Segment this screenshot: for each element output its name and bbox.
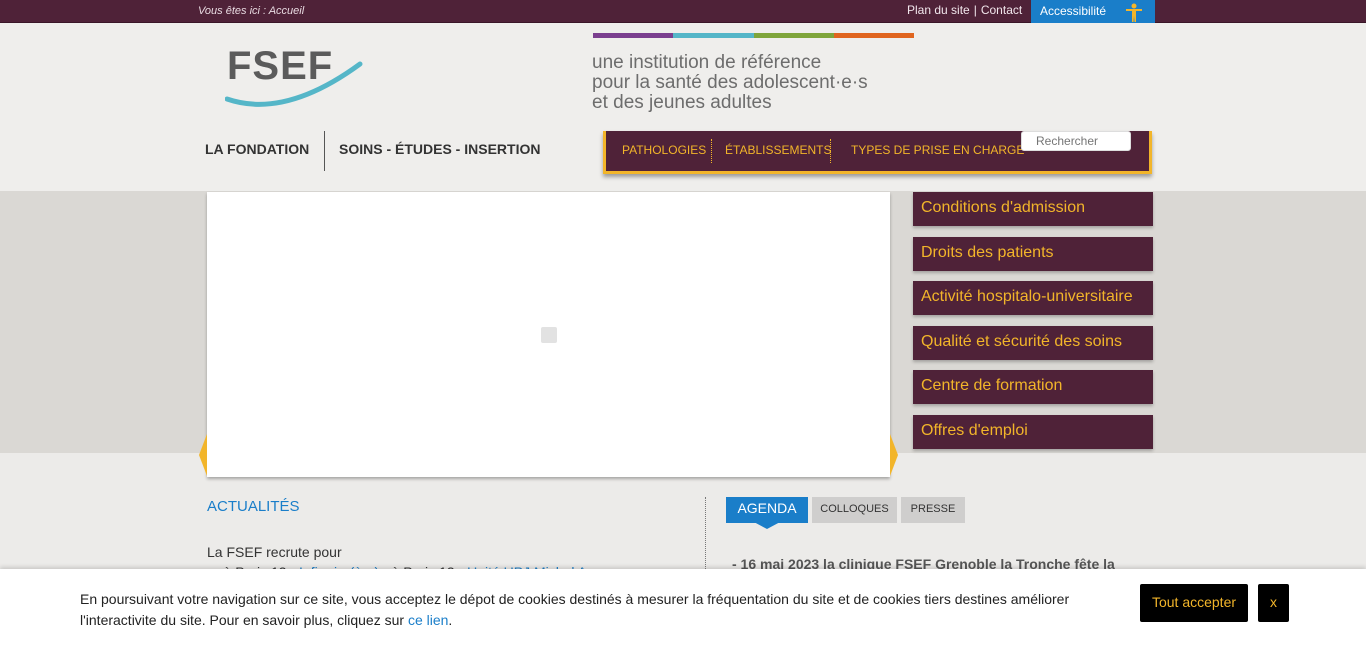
column-separator (705, 497, 706, 577)
cookie-text: En poursuivant votre navigation sur ce s… (80, 589, 1080, 631)
contact-link[interactable]: Contact (981, 3, 1022, 17)
subnav-etablissements[interactable]: ÉTABLISSEMENTS (725, 143, 831, 157)
breadcrumb: Vous êtes ici : Accueil (198, 5, 305, 17)
cookie-info-link[interactable]: ce lien (408, 612, 448, 628)
tagline-line-2: pour la santé des adolescent·e·s (592, 72, 868, 93)
accept-all-button[interactable]: Tout accepter (1140, 584, 1248, 622)
accessibility-button[interactable]: Accessibilité (1031, 0, 1115, 23)
search-input[interactable] (1021, 131, 1131, 151)
header: FSEF une institution de référence pour l… (0, 23, 1366, 191)
subnav-separator (830, 139, 831, 163)
tagline: une institution de référence pour la san… (592, 53, 868, 113)
side-menu-centre-formation[interactable]: Centre de formation (913, 370, 1153, 404)
news-text: La FSEF recrute pour (207, 544, 342, 560)
tab-presse[interactable]: PRESSE (901, 497, 965, 523)
cookie-message: En poursuivant votre navigation sur ce s… (80, 591, 1070, 628)
nav-separator (324, 131, 325, 171)
fsef-logo[interactable]: FSEF (225, 46, 363, 107)
cookie-banner: En poursuivant votre navigation sur ce s… (0, 569, 1366, 651)
color-bar-cyan (673, 33, 754, 38)
side-menu-offres-emploi[interactable]: Offres d'emploi (913, 415, 1153, 449)
slider-loading-icon (541, 327, 557, 343)
close-cookie-button[interactable]: x (1258, 584, 1289, 622)
nav-soins-etudes-insertion[interactable]: SOINS - ÉTUDES - INSERTION (339, 141, 540, 157)
top-bar: Vous êtes ici : Accueil Plan du site | Con… (0, 0, 1366, 23)
subnav-separator (711, 139, 712, 163)
top-links-separator: | (973, 3, 977, 17)
tagline-line-1: une institution de référence (592, 52, 822, 73)
side-menu-qualite-securite[interactable]: Qualité et sécurité des soins (913, 326, 1153, 360)
side-menu-activite-hospitalo-universitaire[interactable]: Activité hospitalo-universitaire (913, 281, 1153, 315)
color-bar-purple (593, 33, 674, 38)
subnav-types-prise-en-charge[interactable]: TYPES DE PRISE EN CHARGE (851, 143, 1024, 157)
tagline-color-bar (593, 33, 914, 38)
logo-swoosh-icon (225, 61, 363, 107)
color-bar-orange (833, 33, 914, 38)
plan-du-site-link[interactable]: Plan du site (907, 3, 970, 17)
news-title[interactable]: ACTUALITÉS (207, 498, 300, 515)
tab-pointer-icon (752, 521, 782, 529)
top-links: Plan du site | Contact (907, 3, 1022, 17)
side-menu-conditions-admission[interactable]: Conditions d'admission (913, 192, 1153, 226)
color-bar-green (753, 33, 834, 38)
side-menu-droits-patients[interactable]: Droits des patients (913, 237, 1153, 271)
tab-colloques[interactable]: COLLOQUES (812, 497, 897, 523)
nav-la-fondation[interactable]: LA FONDATION (205, 141, 309, 157)
tagline-line-3: et des jeunes adultes (592, 92, 772, 113)
tab-agenda[interactable]: AGENDA (726, 497, 808, 523)
subnav-pathologies[interactable]: PATHOLOGIES (622, 143, 706, 157)
cookie-message-end: . (448, 612, 453, 628)
